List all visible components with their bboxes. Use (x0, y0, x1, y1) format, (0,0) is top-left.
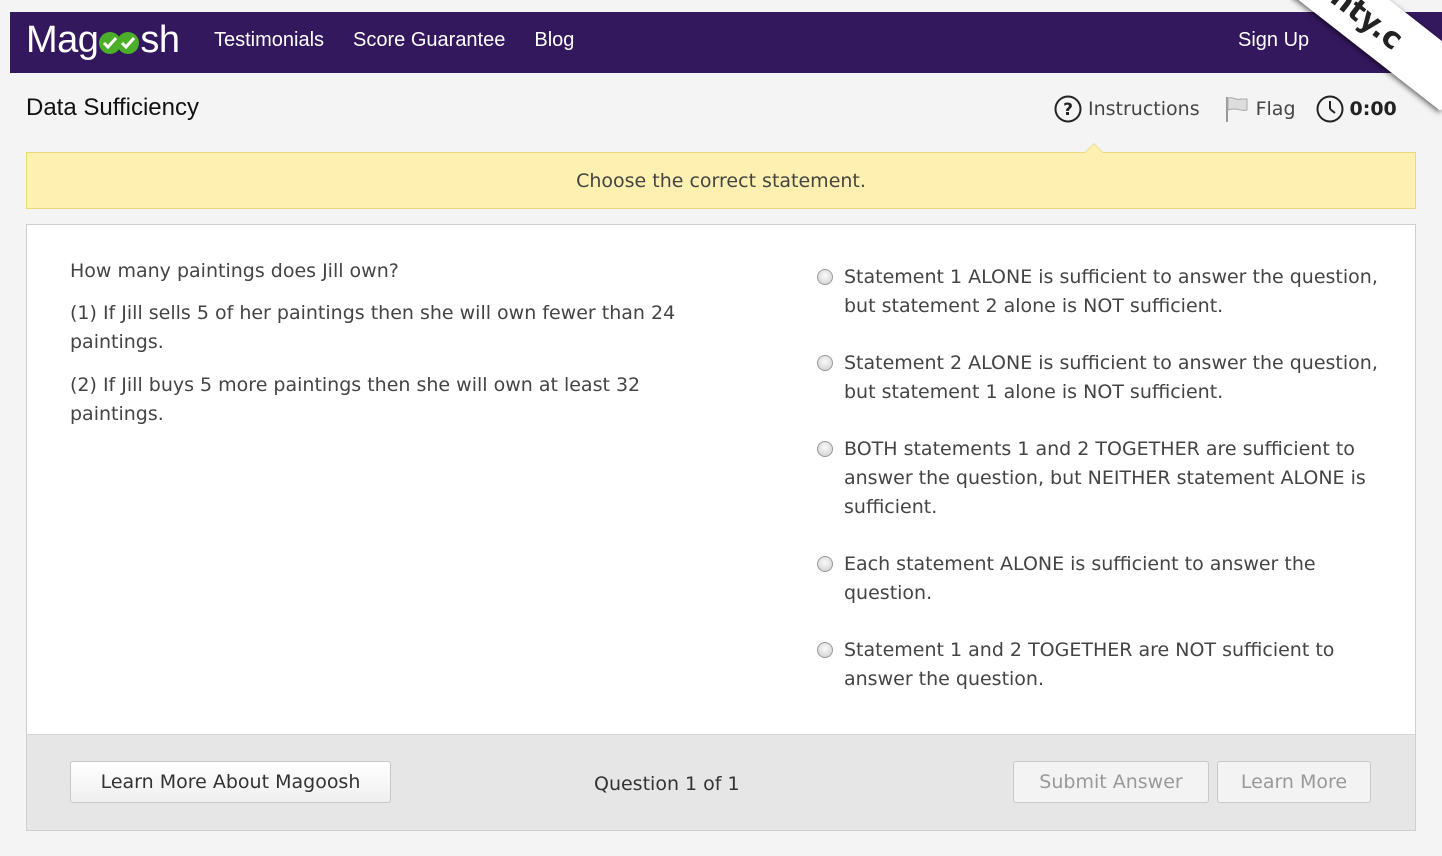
answer-text: Statement 1 and 2 TOGETHER are NOT suffi… (844, 639, 1335, 690)
help-icon: ? (1054, 95, 1082, 123)
statement-1: (1) If Jill sells 5 of her paintings the… (70, 302, 676, 353)
question-stem: How many paintings does Jill own? (1) If… (70, 257, 710, 443)
flag-button[interactable]: Flag (1224, 95, 1296, 123)
statement-2: (2) If Jill buys 5 more paintings then s… (70, 374, 641, 425)
answer-choice[interactable]: Statement 2 ALONE is sufficient to answe… (817, 349, 1387, 407)
instruction-banner: Choose the correct statement. (26, 143, 1416, 209)
answer-radio[interactable] (817, 642, 833, 658)
nav-link-blog[interactable]: Blog (534, 29, 574, 52)
answer-text: Statement 2 ALONE is sufficient to answe… (844, 352, 1378, 403)
logo-text-prefix: Mag (26, 18, 99, 61)
answer-radio[interactable] (817, 355, 833, 371)
clock-icon (1316, 95, 1344, 123)
answer-choices: Statement 1 ALONE is sufficient to answe… (817, 263, 1387, 722)
question-panel: How many paintings does Jill own? (1) If… (26, 224, 1416, 831)
nav-link-testimonials[interactable]: Testimonials (214, 29, 324, 52)
banner-text: Choose the correct statement. (576, 169, 866, 192)
logo-text-suffix: sh (140, 18, 180, 61)
learn-more-about-magoosh-button[interactable]: Learn More About Magoosh (70, 761, 391, 803)
svg-text:?: ? (1063, 100, 1073, 120)
banner-pointer (1084, 143, 1104, 153)
answer-radio[interactable] (817, 441, 833, 457)
nav-links: Testimonials Score Guarantee Blog (214, 29, 574, 52)
question-counter: Question 1 of 1 (594, 773, 740, 795)
timer-value: 0:00 (1349, 98, 1397, 120)
answer-text: Statement 1 ALONE is sufficient to answe… (844, 266, 1378, 317)
answer-radio[interactable] (817, 269, 833, 285)
logo-check-icon (99, 26, 140, 54)
answer-choice[interactable]: Statement 1 ALONE is sufficient to answe… (817, 263, 1387, 321)
answer-text: Each statement ALONE is sufficient to an… (844, 553, 1316, 604)
instructions-label: Instructions (1088, 98, 1200, 120)
page-title: Data Sufficiency (26, 94, 199, 121)
nav-link-score-guarantee[interactable]: Score Guarantee (353, 29, 505, 52)
question-prompt: How many paintings does Jill own? (70, 260, 399, 282)
answer-choice[interactable]: Statement 1 and 2 TOGETHER are NOT suffi… (817, 636, 1387, 694)
question-toolbar: ? Instructions Flag 0:00 (1054, 94, 1397, 124)
flag-label: Flag (1255, 98, 1296, 120)
submit-answer-button[interactable]: Submit Answer (1013, 761, 1209, 803)
answer-radio[interactable] (817, 556, 833, 572)
learn-more-button[interactable]: Learn More (1217, 761, 1371, 803)
magoosh-logo[interactable]: Mag sh (26, 18, 180, 61)
flag-icon (1225, 97, 1248, 122)
instructions-button[interactable]: ? Instructions (1054, 95, 1200, 123)
answer-choice[interactable]: Each statement ALONE is sufficient to an… (817, 550, 1387, 608)
answer-choice[interactable]: BOTH statements 1 and 2 TOGETHER are suf… (817, 435, 1387, 522)
top-navbar: Mag sh Testimonials Score Guarantee Blog… (10, 12, 1442, 73)
answer-text: BOTH statements 1 and 2 TOGETHER are suf… (844, 438, 1366, 518)
timer: 0:00 (1316, 95, 1397, 123)
question-footer: Learn More About Magoosh Question 1 of 1… (27, 734, 1415, 830)
